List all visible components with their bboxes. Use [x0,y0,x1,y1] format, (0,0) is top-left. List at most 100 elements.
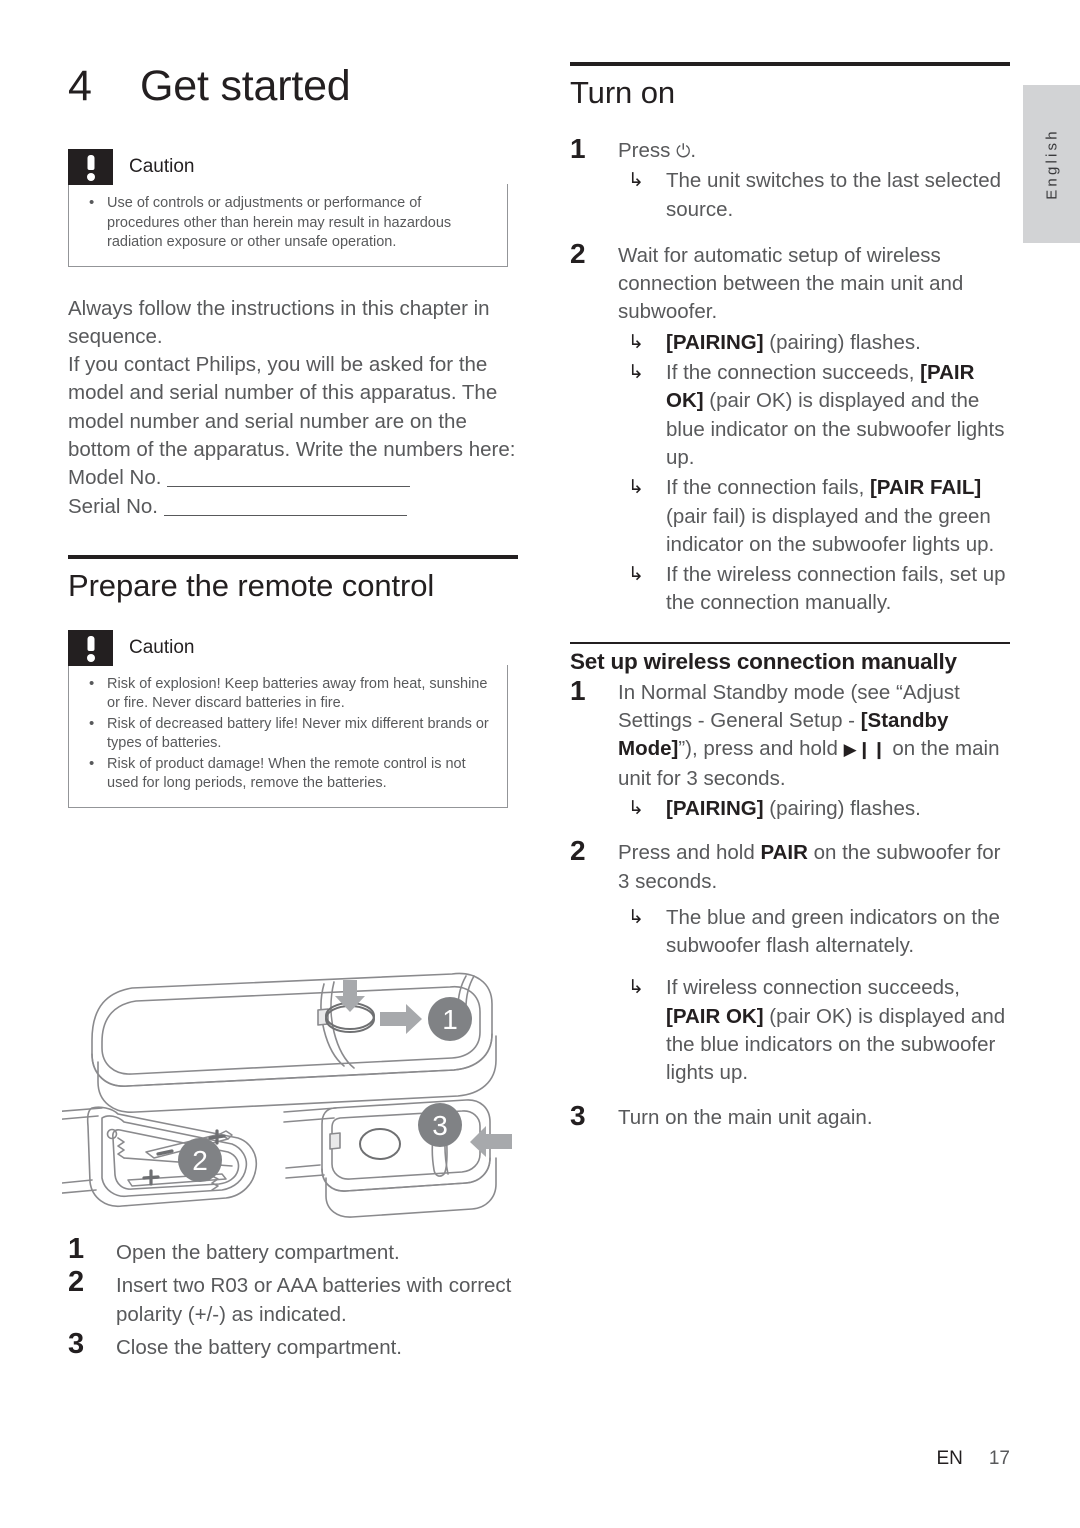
result-list: ↳ [PAIRING] (pairing) flashes. [618,795,1010,823]
result-text: (pairing) flashes. [763,796,921,820]
steps-list: 1 Open the battery compartment. 2 Insert… [68,1233,518,1362]
result-bold-token: [PAIRING] [666,796,764,820]
caution-header: Caution [68,149,508,185]
list-item: ↳ If the wireless connection fails, set … [618,561,1010,618]
result-text: If the wireless connection fails, set up… [666,563,1006,615]
result-text: (pair OK) is displayed and the blue indi… [666,389,1005,469]
model-number-label: Model No. [68,466,162,490]
result-list: ↳ [PAIRING] (pairing) flashes. ↳ If the … [618,329,1010,618]
list-item: ↳ If the connection succeeds, [PAIR OK] … [618,359,1010,472]
caution-item: Use of controls or adjustments or perfor… [83,193,493,253]
list-item: ↳ If the connection fails, [PAIR FAIL] (… [618,474,1010,559]
caution-box-batteries: Caution Risk of explosion! Keep batterie… [68,629,508,808]
intro-paragraph-1: Always follow the instructions in this c… [68,296,490,348]
result-text: (pairing) flashes. [763,330,921,354]
page-number: 17 [988,1448,1010,1469]
list-item: ↳ If wireless connection succeeds, [PAIR… [618,974,1010,1087]
step-text: Turn on the main unit again. [618,1105,873,1129]
manual-setup-steps: 1 In Normal Standby mode (see “Adjust Se… [570,675,1010,1132]
caution-header: Caution [68,629,508,666]
step-number: 3 [570,1099,586,1131]
list-item: 1 Open the battery compartment. [68,1233,518,1267]
step-text: Open the battery compartment. [116,1241,400,1264]
callout-1-label: 1 [442,1004,458,1035]
chapter-name: Get started [140,62,351,110]
serial-number-blank[interactable] [163,495,407,516]
result-text: The blue and green indicators on the sub… [666,905,1000,958]
serial-number-field: Serial No. [68,493,518,521]
caution-label: Caution [129,156,195,177]
left-column: 4 Get started Caution Use of controls or… [68,62,518,836]
list-item: ↳ [PAIRING] (pairing) flashes. [618,329,1010,357]
list-item: 2 Press and hold PAIR on the subwoofer f… [570,835,1010,1088]
result-text-pre: If the connection fails, [666,476,870,500]
caution-item: Risk of explosion! Keep batteries away f… [83,674,493,714]
chapter-number: 4 [68,62,92,110]
press-label: Press [618,139,671,162]
result-text-pre: If the connection succeeds, [666,361,921,385]
step-number: 2 [570,835,586,867]
result-arrow-icon: ↳ [628,906,644,928]
slide-arrow-right [380,1004,422,1034]
chapter-title: 4 Get started [68,62,518,111]
result-arrow-icon: ↳ [628,170,644,192]
list-item: 2 Wait for automatic setup of wireless c… [570,238,1010,618]
result-bold-token: [PAIR OK] [666,1004,764,1028]
exclamation-bar [87,155,94,170]
power-icon: ⏻ [676,141,691,161]
caution-list: Risk of explosion! Keep batteries away f… [83,674,493,794]
pair-button-token: PAIR [760,841,808,865]
result-arrow-icon: ↳ [628,564,644,586]
section-heading-remote: Prepare the remote control [68,567,435,603]
callout-3-label: 3 [432,1110,448,1141]
step-number: 1 [570,674,586,706]
language-side-tab: English [1023,85,1080,243]
right-column: Turn on 1 Press ⏻. ↳ The unit switches t… [570,62,1010,1134]
step-number: 2 [570,237,586,269]
turn-on-steps: 1 Press ⏻. ↳ The unit switches to the la… [570,133,1010,618]
result-arrow-icon: ↳ [628,331,644,353]
step-text: In Normal Standby mode (see “Adjust Sett… [618,681,999,790]
step-text-pre: Press and hold [618,841,761,865]
step-number: 3 [68,1328,85,1360]
caution-body: Risk of explosion! Keep batteries away f… [68,664,508,808]
callout-2-label: 2 [192,1145,208,1176]
list-item: ↳ The unit switches to the last selected… [618,167,1010,224]
caution-list: Use of controls or adjustments or perfor… [83,193,493,253]
result-arrow-icon: ↳ [628,362,644,384]
result-bold-token: [PAIR FAIL] [869,476,982,500]
result-arrow-icon: ↳ [628,477,644,499]
page-footer: EN 17 [0,1448,1010,1470]
model-number-field: Model No. [68,464,518,492]
section-rule [570,641,1010,644]
remote-control-illustration: 1 2 3 [51,962,522,1224]
result-bold-token: [PAIRING] [666,330,764,354]
model-number-blank[interactable] [167,466,411,488]
step-text: Press and hold PAIR on the subwoofer for… [618,841,1001,892]
caution-label: Caution [129,636,195,658]
language-label: English [1043,128,1060,200]
list-item: 3 Turn on the main unit again. [570,1100,1010,1132]
section-heading-turn-on: Turn on [570,75,675,110]
caution-item: Risk of decreased battery life! Never mi… [83,714,493,754]
subsection-heading-manual-setup: Set up wireless connection manually [570,648,957,674]
section-rule [570,62,1010,66]
list-item: 1 In Normal Standby mode (see “Adjust Se… [570,675,1010,823]
result-list: ↳ The blue and green indicators on the s… [618,904,1010,1088]
step-number: 2 [68,1266,85,1298]
list-item: ↳ [PAIRING] (pairing) flashes. [618,795,1010,823]
play-pause-icon: ▶❙❙ [843,740,887,760]
intro-paragraph-2: If you contact Philips, you will be aske… [68,353,516,461]
close-arrow-left [470,1126,512,1157]
list-item: 1 Press ⏻. ↳ The unit switches to the la… [570,133,1010,224]
result-text: The unit switches to the last selected s… [666,169,1002,221]
result-text: (pair fail) is displayed and the green i… [666,504,995,556]
period: . [690,139,697,162]
section-rule [68,554,518,559]
serial-number-label: Serial No. [68,494,159,518]
list-item: 3 Close the battery compartment. [68,1328,518,1362]
result-list: ↳ The unit switches to the last selected… [618,167,1010,224]
caution-body: Use of controls or adjustments or perfor… [68,184,508,267]
list-item: ↳ The blue and green indicators on the s… [618,904,1010,961]
remote-battery-steps: 1 Open the battery compartment. 2 Insert… [68,1233,518,1366]
